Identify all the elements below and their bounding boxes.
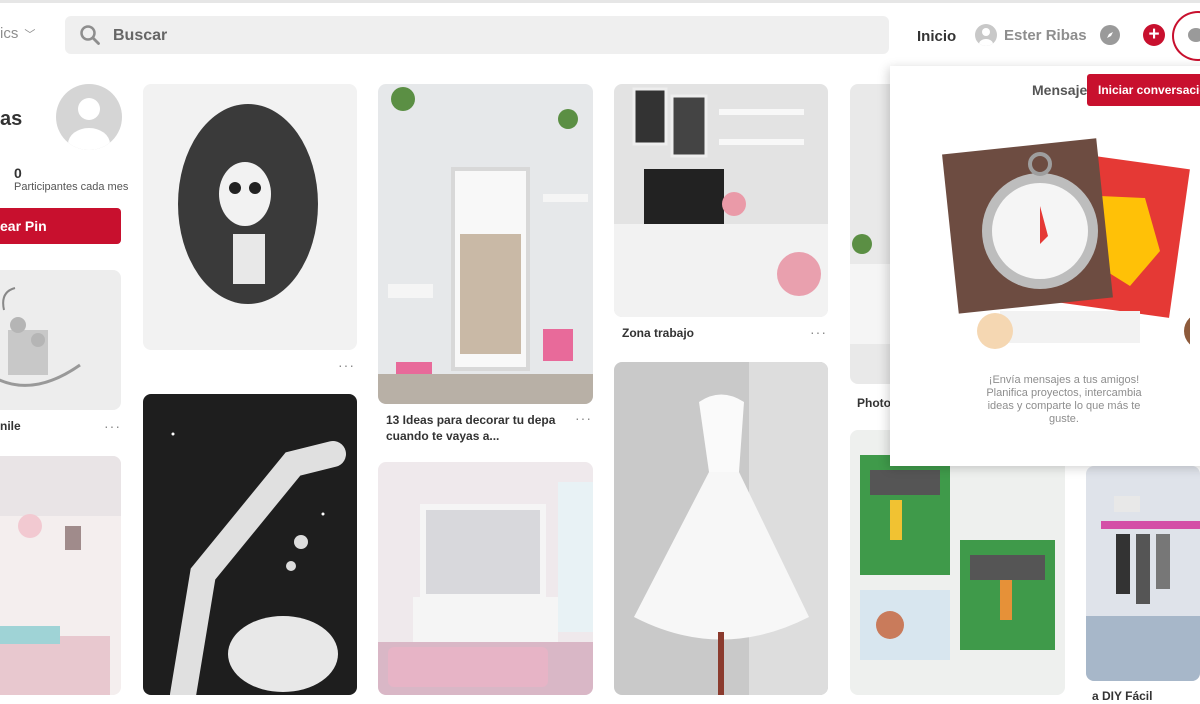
chat-bubble-icon — [1188, 28, 1200, 42]
pin-image-diy-garage[interactable] — [850, 430, 1065, 695]
pin-image-palace-moon[interactable] — [0, 270, 121, 410]
more-options-icon[interactable]: ··· — [575, 410, 592, 426]
messages-button[interactable] — [1172, 11, 1200, 61]
avatar — [975, 24, 997, 46]
participants-count: 0 — [14, 165, 22, 181]
messages-empty-text: ¡Envía mensajes a tus amigos! Planifica … — [975, 374, 1153, 426]
user-name: Ester Ribas — [1004, 26, 1087, 44]
messages-text-line1: ¡Envía mensajes a tus amigos! — [988, 374, 1140, 386]
pin-image-white-dress[interactable] — [614, 362, 828, 695]
compass-icon[interactable] — [1100, 25, 1120, 45]
profile-name: as — [0, 108, 23, 130]
category-label: ics — [0, 25, 19, 42]
messages-text-line3: ideas y comparte lo que más te — [987, 400, 1141, 412]
chevron-down-icon: ﹀ — [24, 29, 36, 41]
messages-illustration — [942, 138, 1190, 349]
nav-profile-link[interactable]: Ester Ribas — [975, 23, 1087, 47]
add-pin-icon[interactable]: + — [1143, 24, 1165, 46]
pin-image-workspace[interactable] — [614, 84, 828, 317]
pin-title-line1: 13 Ideas para decorar tu depa — [386, 413, 556, 427]
messages-title: Mensaje — [1032, 82, 1088, 98]
header: ics ﹀ Inicio Ester Ribas + — [0, 3, 1200, 61]
pin-image-mirror-room[interactable] — [378, 84, 593, 404]
pin-image-vanity[interactable] — [378, 462, 593, 695]
category-dropdown[interactable]: ics ﹀ — [0, 25, 35, 42]
search-icon — [80, 25, 100, 45]
nav-home-link[interactable]: Inicio — [917, 28, 956, 45]
pin-image-curly-girl[interactable] — [143, 84, 357, 350]
pin-image-kids-room[interactable] — [0, 456, 121, 695]
more-options-icon[interactable]: ··· — [338, 357, 355, 373]
pin-title[interactable]: nile — [0, 418, 21, 434]
pin-title[interactable]: Zona trabajo — [622, 325, 694, 341]
pin-image-space-girl[interactable] — [143, 394, 357, 695]
search-input[interactable] — [111, 16, 815, 56]
pin-title[interactable]: 13 Ideas para decorar tu depa cuando te … — [386, 412, 555, 444]
create-pin-button[interactable]: ear Pin — [0, 208, 121, 244]
messages-text-line2: Planifica proyectos, intercambia — [986, 387, 1142, 399]
start-conversation-button[interactable]: Iniciar conversación — [1087, 74, 1200, 106]
search-bar[interactable] — [65, 16, 889, 56]
more-options-icon[interactable]: ··· — [104, 418, 121, 434]
pin-title[interactable]: a DIY Fácil — [1092, 688, 1152, 704]
profile-avatar[interactable] — [56, 84, 122, 150]
more-options-icon[interactable]: ··· — [810, 324, 827, 340]
messages-text-line4: guste. — [1049, 413, 1079, 425]
pin-title[interactable]: Photo — [857, 395, 891, 411]
participants-label: Participantes cada mes — [14, 181, 129, 193]
pin-title-line2: cuando te vayas a... — [386, 429, 500, 443]
pin-image-closet[interactable] — [1086, 466, 1200, 681]
